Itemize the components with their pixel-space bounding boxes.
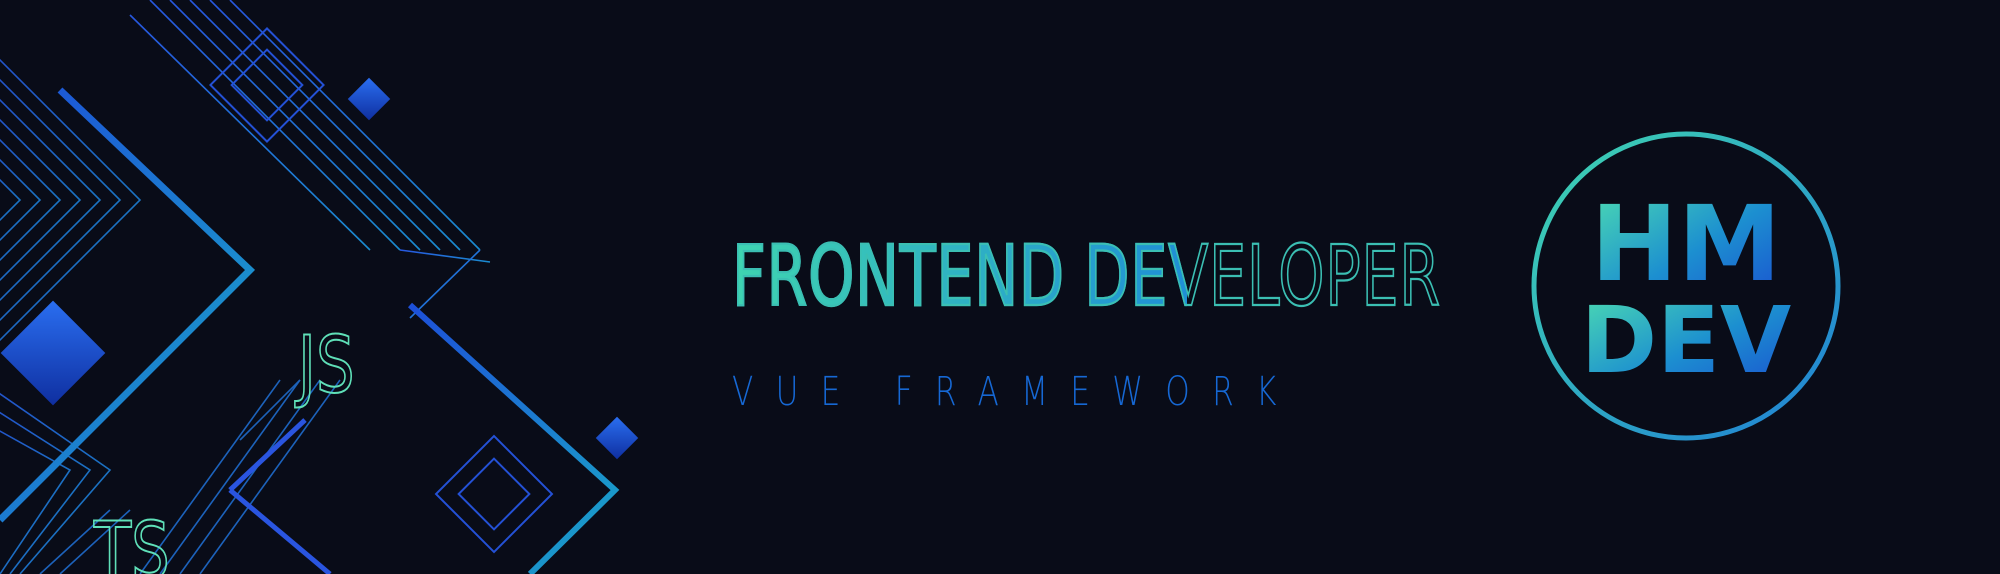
outlined-square-bottom — [434, 434, 554, 554]
hero-text-block: FRONTEND DEVELOPER VUE FRAMEWORK — [731, 227, 1441, 415]
diagonal-lines-top — [129, 0, 491, 319]
solid-diamond-large — [0, 300, 106, 406]
logo-mark: HM DEV — [1581, 183, 1791, 394]
chevron-lines-left — [0, 58, 142, 574]
ts-badge: TS — [93, 507, 170, 574]
subtitle: VUE FRAMEWORK — [732, 369, 1299, 415]
dashed-divider — [733, 330, 1378, 337]
headline: FRONTEND DEVELOPER — [731, 227, 1441, 325]
solid-diamond-small-right — [595, 416, 639, 460]
hm-dev-logo: HM DEV — [1531, 131, 1841, 441]
solid-diamond-small-top — [347, 77, 391, 121]
logo-line-2: DEV — [1581, 287, 1791, 394]
outlined-square-top — [209, 27, 325, 143]
banner: JS TS FRONTEND DEVELOPER VUE FRAMEWORK H… — [0, 0, 2000, 574]
thick-chevron — [0, 87, 256, 523]
diamond-frame-inner — [228, 488, 332, 574]
js-badge: JS — [297, 321, 355, 411]
